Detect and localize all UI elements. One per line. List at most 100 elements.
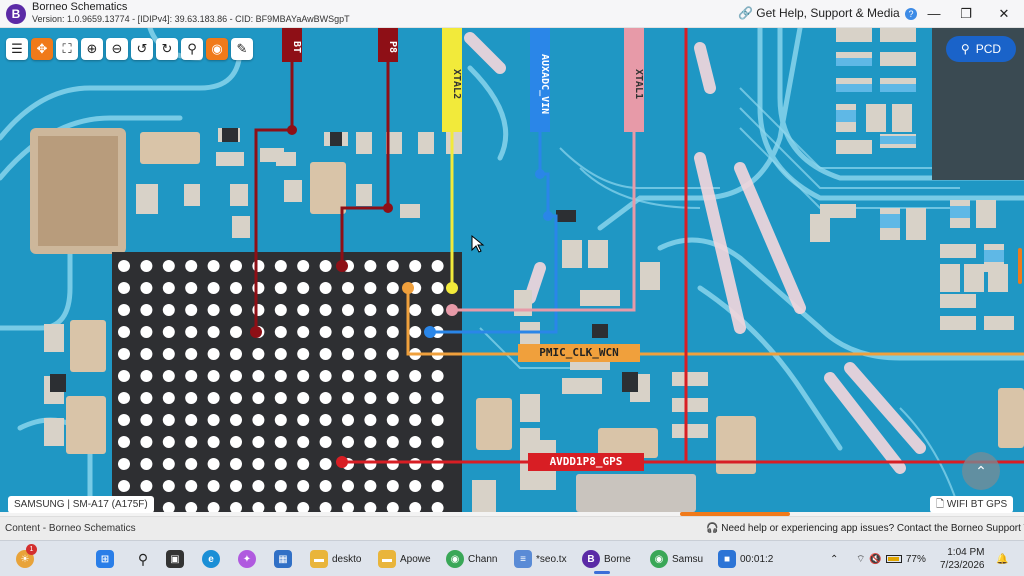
- taskbar-chrome-samsung[interactable]: ◉ Samsu: [650, 547, 703, 571]
- taskbar-explorer-desktop[interactable]: ▬ deskto: [310, 547, 361, 571]
- pcd-button[interactable]: ⚲ PCD: [946, 36, 1016, 62]
- bga-ball: [409, 260, 422, 272]
- bga-ball: [140, 304, 153, 316]
- bga-ball: [274, 260, 287, 272]
- bga-ball: [297, 458, 310, 470]
- bga-ball: [230, 282, 242, 294]
- bga-ball: [386, 370, 399, 382]
- net-label-bt[interactable]: BT: [282, 28, 302, 62]
- taskbar-explorer-apowe[interactable]: ▬ Apowe: [378, 547, 431, 571]
- bga-ball: [319, 282, 332, 294]
- bga-ball: [185, 414, 198, 426]
- taskbar-borneo[interactable]: B Borne: [582, 547, 631, 571]
- bga-ball: [162, 436, 175, 448]
- bga-ball: [364, 260, 377, 272]
- support-message[interactable]: 🎧 Need help or experiencing app issues? …: [706, 523, 1024, 534]
- net-label-xtal2[interactable]: XTAL2: [442, 34, 462, 130]
- battery-icon: [885, 555, 902, 563]
- schematic-canvas[interactable]: BT P8 XTAL2 AUXADC_VIN XTAL1 PMIC_CLK_WC…: [0, 28, 1024, 512]
- bga-ball: [207, 458, 220, 470]
- clock-time: 1:04 PM: [947, 547, 985, 558]
- close-button[interactable]: ✕: [994, 4, 1014, 24]
- bga-ball: [364, 458, 377, 470]
- taskbar-chrome-channel[interactable]: ◉ Chann: [446, 547, 497, 571]
- bga-ball: [297, 436, 310, 448]
- feature-tag[interactable]: 🗋 WIFI BT GPS: [930, 496, 1014, 513]
- bga-ball: [140, 436, 153, 448]
- taskbar-search[interactable]: ⚲: [134, 547, 152, 571]
- bga-ball: [319, 326, 332, 338]
- help-support-link[interactable]: 🔗 Get Help, Support & Media ?: [738, 6, 918, 20]
- system-tray[interactable]: ⌔ 🔇 77%: [856, 547, 926, 571]
- list-button[interactable]: ☰: [6, 38, 28, 60]
- fullscreen-button[interactable]: ⛶: [56, 38, 78, 60]
- bga-ball: [386, 348, 399, 360]
- net-label-auxadc-vin[interactable]: AUXADC_VIN: [530, 34, 550, 130]
- bga-ball: [274, 392, 287, 404]
- maximize-button[interactable]: ❐: [956, 4, 976, 24]
- bga-ball: [386, 282, 399, 294]
- bga-ball: [274, 414, 287, 426]
- pcb-board-view[interactable]: [0, 28, 1024, 512]
- active-app-indicator: [594, 571, 610, 574]
- bga-ball: [431, 436, 444, 448]
- battery-percent: 77%: [905, 553, 926, 565]
- mouse-button[interactable]: ◉: [206, 38, 228, 60]
- bga-ball: [118, 392, 130, 404]
- system-clock[interactable]: 1:04 PM 7/23/2026: [940, 546, 985, 572]
- rotate-right-icon: ↻: [161, 41, 173, 56]
- compress-button[interactable]: ✥: [31, 38, 53, 60]
- document-icon: 🗋: [936, 499, 945, 510]
- bga-ball: [342, 348, 354, 360]
- bga-ball: [207, 480, 220, 492]
- bga-ball: [319, 458, 332, 470]
- bga-ball: [118, 348, 130, 360]
- bga-ball: [431, 282, 444, 294]
- net-label-avdd1p8-gps[interactable]: AVDD1P8_GPS: [528, 455, 644, 473]
- bga-ball: [118, 282, 130, 294]
- store-button[interactable]: ▦: [274, 547, 292, 571]
- task-view-icon: ▣: [166, 550, 184, 568]
- copilot-button[interactable]: ✦: [238, 547, 256, 571]
- task-view-button[interactable]: ▣: [166, 547, 184, 571]
- app-title: Borneo Schematics: [32, 1, 128, 13]
- minimize-button[interactable]: —: [924, 4, 944, 24]
- bga-ball: [140, 414, 153, 426]
- zoom-in-button[interactable]: ⊕: [81, 38, 103, 60]
- bga-ball: [431, 414, 444, 426]
- vertical-scroll-thumb[interactable]: [1018, 248, 1022, 284]
- bga-ball: [386, 304, 399, 316]
- bga-ball: [252, 260, 265, 272]
- bga-ball: [319, 348, 332, 360]
- bga-ball: [252, 370, 265, 382]
- net-label-pmic-clk-wcn[interactable]: PMIC_CLK_WCN: [518, 346, 640, 364]
- bga-ball: [230, 392, 242, 404]
- bga-ball: [342, 480, 354, 492]
- rotate-right-button[interactable]: ↻: [156, 38, 178, 60]
- edge-button[interactable]: e: [202, 547, 220, 571]
- bga-ball: [140, 370, 153, 382]
- bga-ball: [409, 304, 422, 316]
- headset-icon: 🎧: [706, 523, 719, 534]
- scroll-up-button[interactable]: ⌃: [962, 452, 1000, 490]
- net-label-p8[interactable]: P8: [378, 28, 398, 62]
- notification-badge: 1: [26, 544, 37, 555]
- notification-center-button[interactable]: 🔔: [996, 547, 1008, 571]
- widgets-button[interactable]: ☀ 1: [16, 544, 37, 571]
- bga-ball: [297, 326, 310, 338]
- rotate-left-button[interactable]: ↺: [131, 38, 153, 60]
- zoom-out-button[interactable]: ⊖: [106, 38, 128, 60]
- taskbar-notepad[interactable]: ≡ *seo.tx: [514, 547, 567, 571]
- bga-ball: [274, 282, 287, 294]
- tray-overflow-button[interactable]: ⌃: [830, 547, 838, 571]
- bga-ball: [252, 436, 265, 448]
- taskbar-recorder[interactable]: ■ 00:01:2: [718, 547, 773, 571]
- net-label-xtal1[interactable]: XTAL1: [624, 34, 644, 130]
- draw-button[interactable]: ✎: [231, 38, 253, 60]
- store-icon: ▦: [274, 550, 292, 568]
- status-content-label: Content - Borneo Schematics: [5, 523, 136, 534]
- bga-ball: [162, 348, 175, 360]
- search-button[interactable]: ⚲: [181, 38, 203, 60]
- start-button[interactable]: ⊞: [96, 547, 114, 571]
- bga-ball: [207, 348, 220, 360]
